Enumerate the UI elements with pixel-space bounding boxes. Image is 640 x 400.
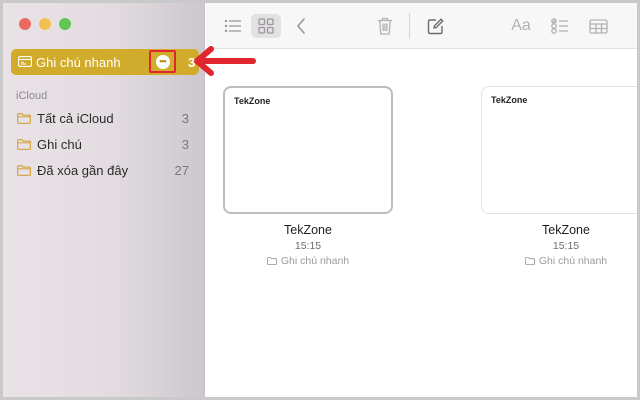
note-card[interactable]: TekZone	[223, 86, 393, 214]
format-button[interactable]: Aa	[507, 14, 535, 38]
toolbar: Aa	[206, 3, 637, 49]
sidebar-item-count: 3	[181, 111, 189, 126]
trash-icon	[378, 17, 392, 35]
sidebar-item-all-icloud[interactable]: Tất cả iCloud 3	[17, 109, 197, 129]
minimize-window-button[interactable]	[39, 18, 51, 30]
sidebar-item-notes[interactable]: Ghi chú 3	[17, 135, 197, 155]
folder-icon	[17, 139, 31, 150]
sidebar-item-recently-deleted[interactable]: Đã xóa gần đây 27	[17, 161, 197, 181]
window-controls	[19, 18, 71, 30]
sidebar-item-count: 3	[181, 137, 189, 152]
quick-note-folder-icon	[18, 56, 32, 67]
folder-icon	[266, 257, 277, 265]
sidebar-item-label: Đã xóa gần đây	[37, 163, 129, 178]
new-note-button[interactable]	[424, 14, 446, 38]
checklist-icon	[551, 18, 568, 34]
toolbar-divider	[409, 13, 410, 39]
section-header-icloud: iCloud	[16, 90, 48, 102]
compose-icon	[427, 17, 444, 34]
list-view-button[interactable]	[221, 14, 245, 38]
table-button[interactable]	[587, 14, 609, 38]
sidebar-item-count: 27	[174, 163, 189, 178]
note-folder: Ghi chú nhanh	[223, 255, 393, 267]
note-time: 15:15	[552, 240, 580, 252]
sidebar-item-label: Ghi chú	[37, 137, 82, 152]
checklist-button[interactable]	[549, 14, 571, 38]
note-folder-label: Ghi chú nhanh	[538, 255, 608, 267]
zoom-window-button[interactable]	[59, 18, 71, 30]
annotation-arrow-icon	[194, 46, 256, 76]
note-folder: Ghi chú nhanh	[481, 255, 637, 267]
list-view-icon	[224, 19, 241, 33]
sidebar-item-quick-notes[interactable]: Ghi chú nhanh ••• 3	[11, 49, 199, 75]
gallery-view-icon	[258, 18, 274, 34]
gallery-view-button[interactable]	[251, 14, 281, 38]
note-title: TekZone	[542, 223, 590, 237]
close-window-button[interactable]	[19, 18, 31, 30]
sidebar: Ghi chú nhanh ••• 3 iCloud Tất cả iCloud…	[3, 3, 205, 397]
folder-icon	[17, 165, 31, 176]
folder-icon	[524, 257, 535, 265]
note-preview-text: TekZone	[491, 95, 528, 105]
note-folder-label: Ghi chú nhanh	[280, 255, 350, 267]
back-icon	[297, 18, 305, 34]
back-button[interactable]	[291, 14, 311, 38]
delete-button[interactable]	[374, 14, 396, 38]
note-time: 15:15	[294, 240, 322, 252]
more-options-button[interactable]: •••	[149, 50, 176, 73]
sidebar-item-label: Tất cả iCloud	[37, 111, 114, 126]
note-card[interactable]: TekZone	[481, 86, 637, 214]
notes-window: Ghi chú nhanh ••• 3 iCloud Tất cả iCloud…	[3, 3, 637, 397]
table-icon	[588, 18, 608, 34]
format-icon: Aa	[511, 17, 531, 34]
ellipsis-circle-icon: •••	[155, 54, 170, 69]
notes-gallery: TekZone TekZone 15:15 Ghi chú nhanh TekZ…	[206, 50, 637, 397]
note-title: TekZone	[284, 223, 332, 237]
sidebar-item-label: Ghi chú nhanh	[36, 55, 121, 70]
folder-icon	[17, 113, 31, 124]
note-preview-text: TekZone	[234, 96, 271, 106]
